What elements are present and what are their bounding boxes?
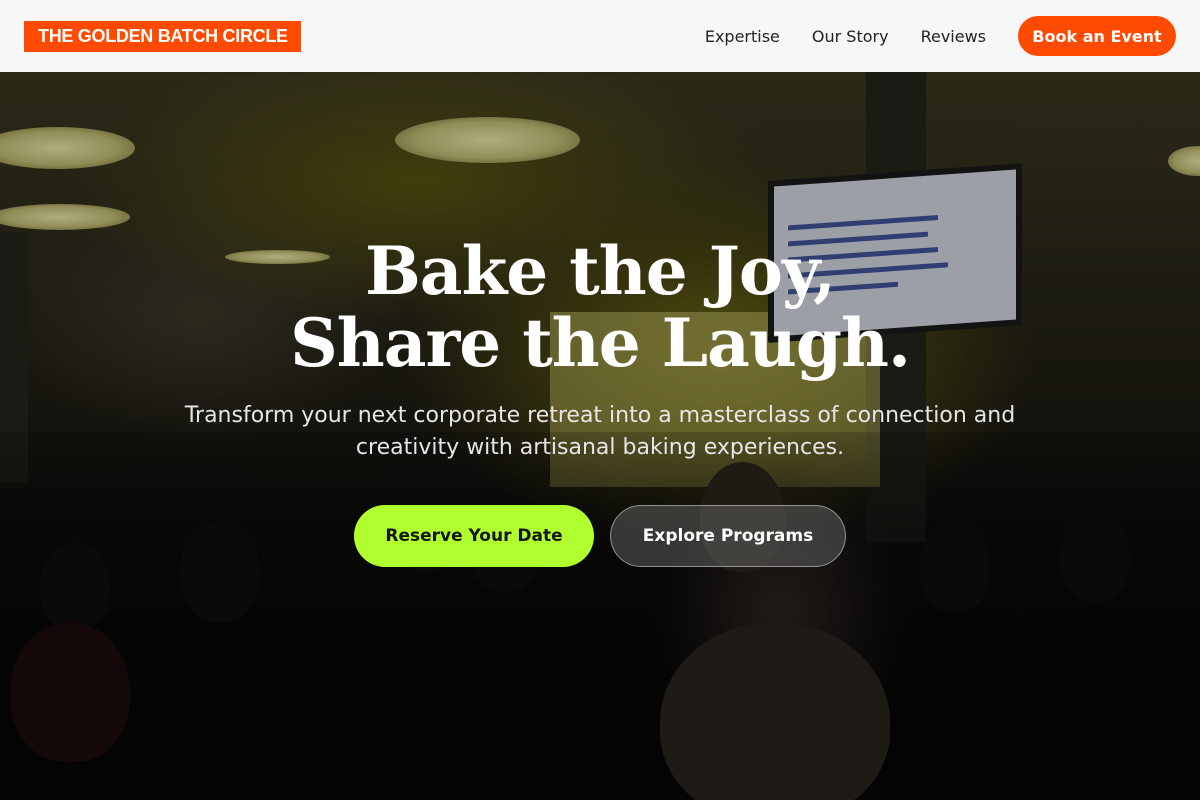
main-nav: Expertise Our Story Reviews Book an Even… [705, 16, 1176, 56]
headline-line-1: Bake the Joy, [365, 232, 836, 310]
site-header: THE GOLDEN BATCH CIRCLE Expertise Our St… [0, 0, 1200, 72]
reserve-date-button[interactable]: Reserve Your Date [354, 505, 594, 567]
nav-link-expertise[interactable]: Expertise [705, 27, 780, 46]
hero-subtitle: Transform your next corporate retreat in… [184, 403, 1016, 460]
explore-programs-button[interactable]: Explore Programs [610, 505, 846, 567]
nav-link-our-story[interactable]: Our Story [812, 27, 889, 46]
nav-link-reviews[interactable]: Reviews [921, 27, 986, 46]
hero-section: Bake the Joy, Share the Laugh. Transform… [0, 72, 1200, 800]
headline-line-2: Share the Laugh. [290, 304, 911, 382]
hero-headline: Bake the Joy, Share the Laugh. [0, 235, 1200, 379]
book-event-button[interactable]: Book an Event [1018, 16, 1176, 56]
brand-logo[interactable]: THE GOLDEN BATCH CIRCLE [24, 20, 301, 52]
